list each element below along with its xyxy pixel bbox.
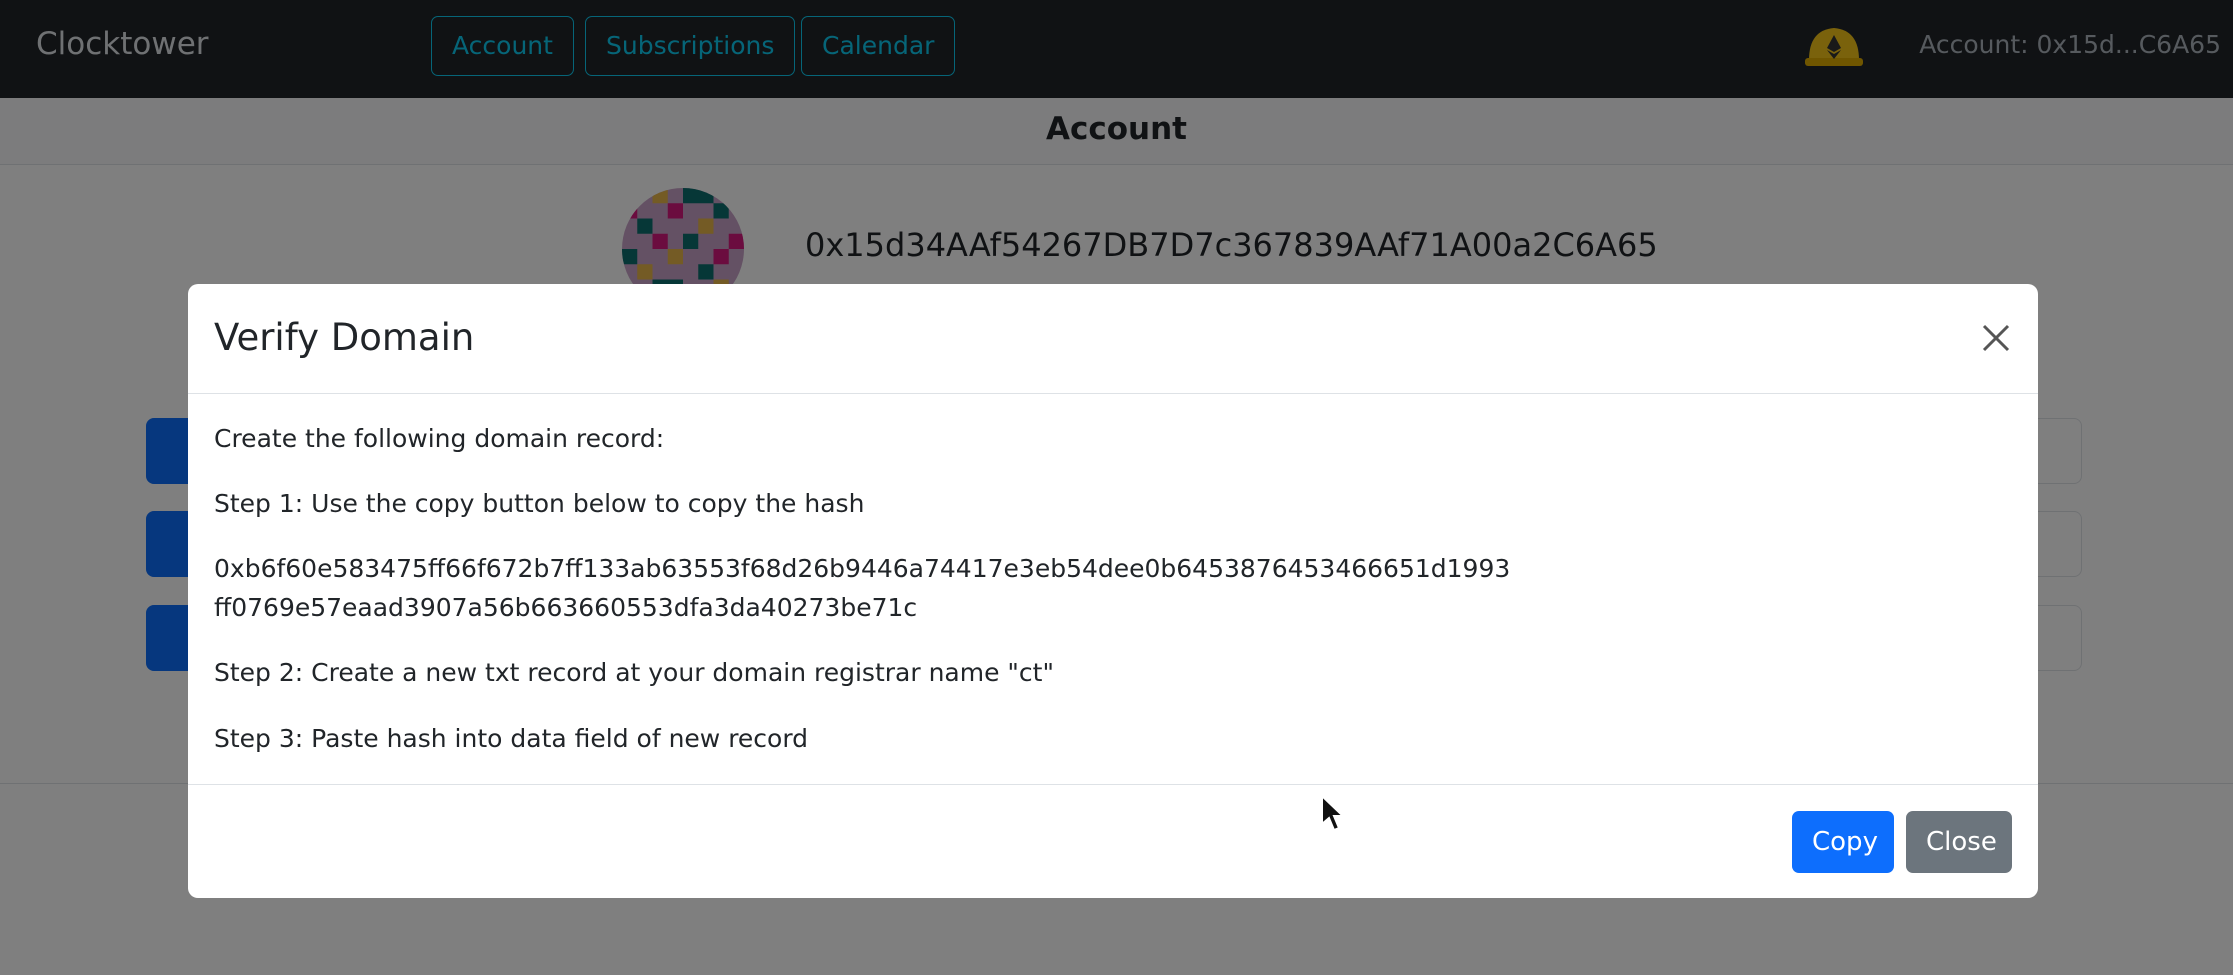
verify-domain-modal: Verify Domain Create the following domai…: [188, 284, 2038, 898]
step-2-text: Step 2: Create a new txt record at your …: [214, 658, 1054, 687]
modal-header: Verify Domain: [188, 284, 2038, 394]
copy-button[interactable]: Copy: [1792, 811, 1894, 873]
hash-line-2: ff0769e57eaad3907a56b663660553dfa3da4027…: [214, 593, 918, 622]
hash-line-1: 0xb6f60e583475ff66f672b7ff133ab63553f68d…: [214, 554, 1511, 583]
step-1-text: Step 1: Use the copy button below to cop…: [214, 489, 865, 518]
intro-text: Create the following domain record:: [214, 424, 665, 453]
close-icon[interactable]: [1976, 318, 2016, 358]
mouse-cursor-icon: [1321, 794, 1346, 832]
close-button[interactable]: Close: [1906, 811, 2012, 873]
modal-footer: Copy Close: [188, 784, 2038, 898]
step-3-text: Step 3: Paste hash into data field of ne…: [214, 724, 809, 753]
modal-title: Verify Domain: [214, 316, 475, 359]
